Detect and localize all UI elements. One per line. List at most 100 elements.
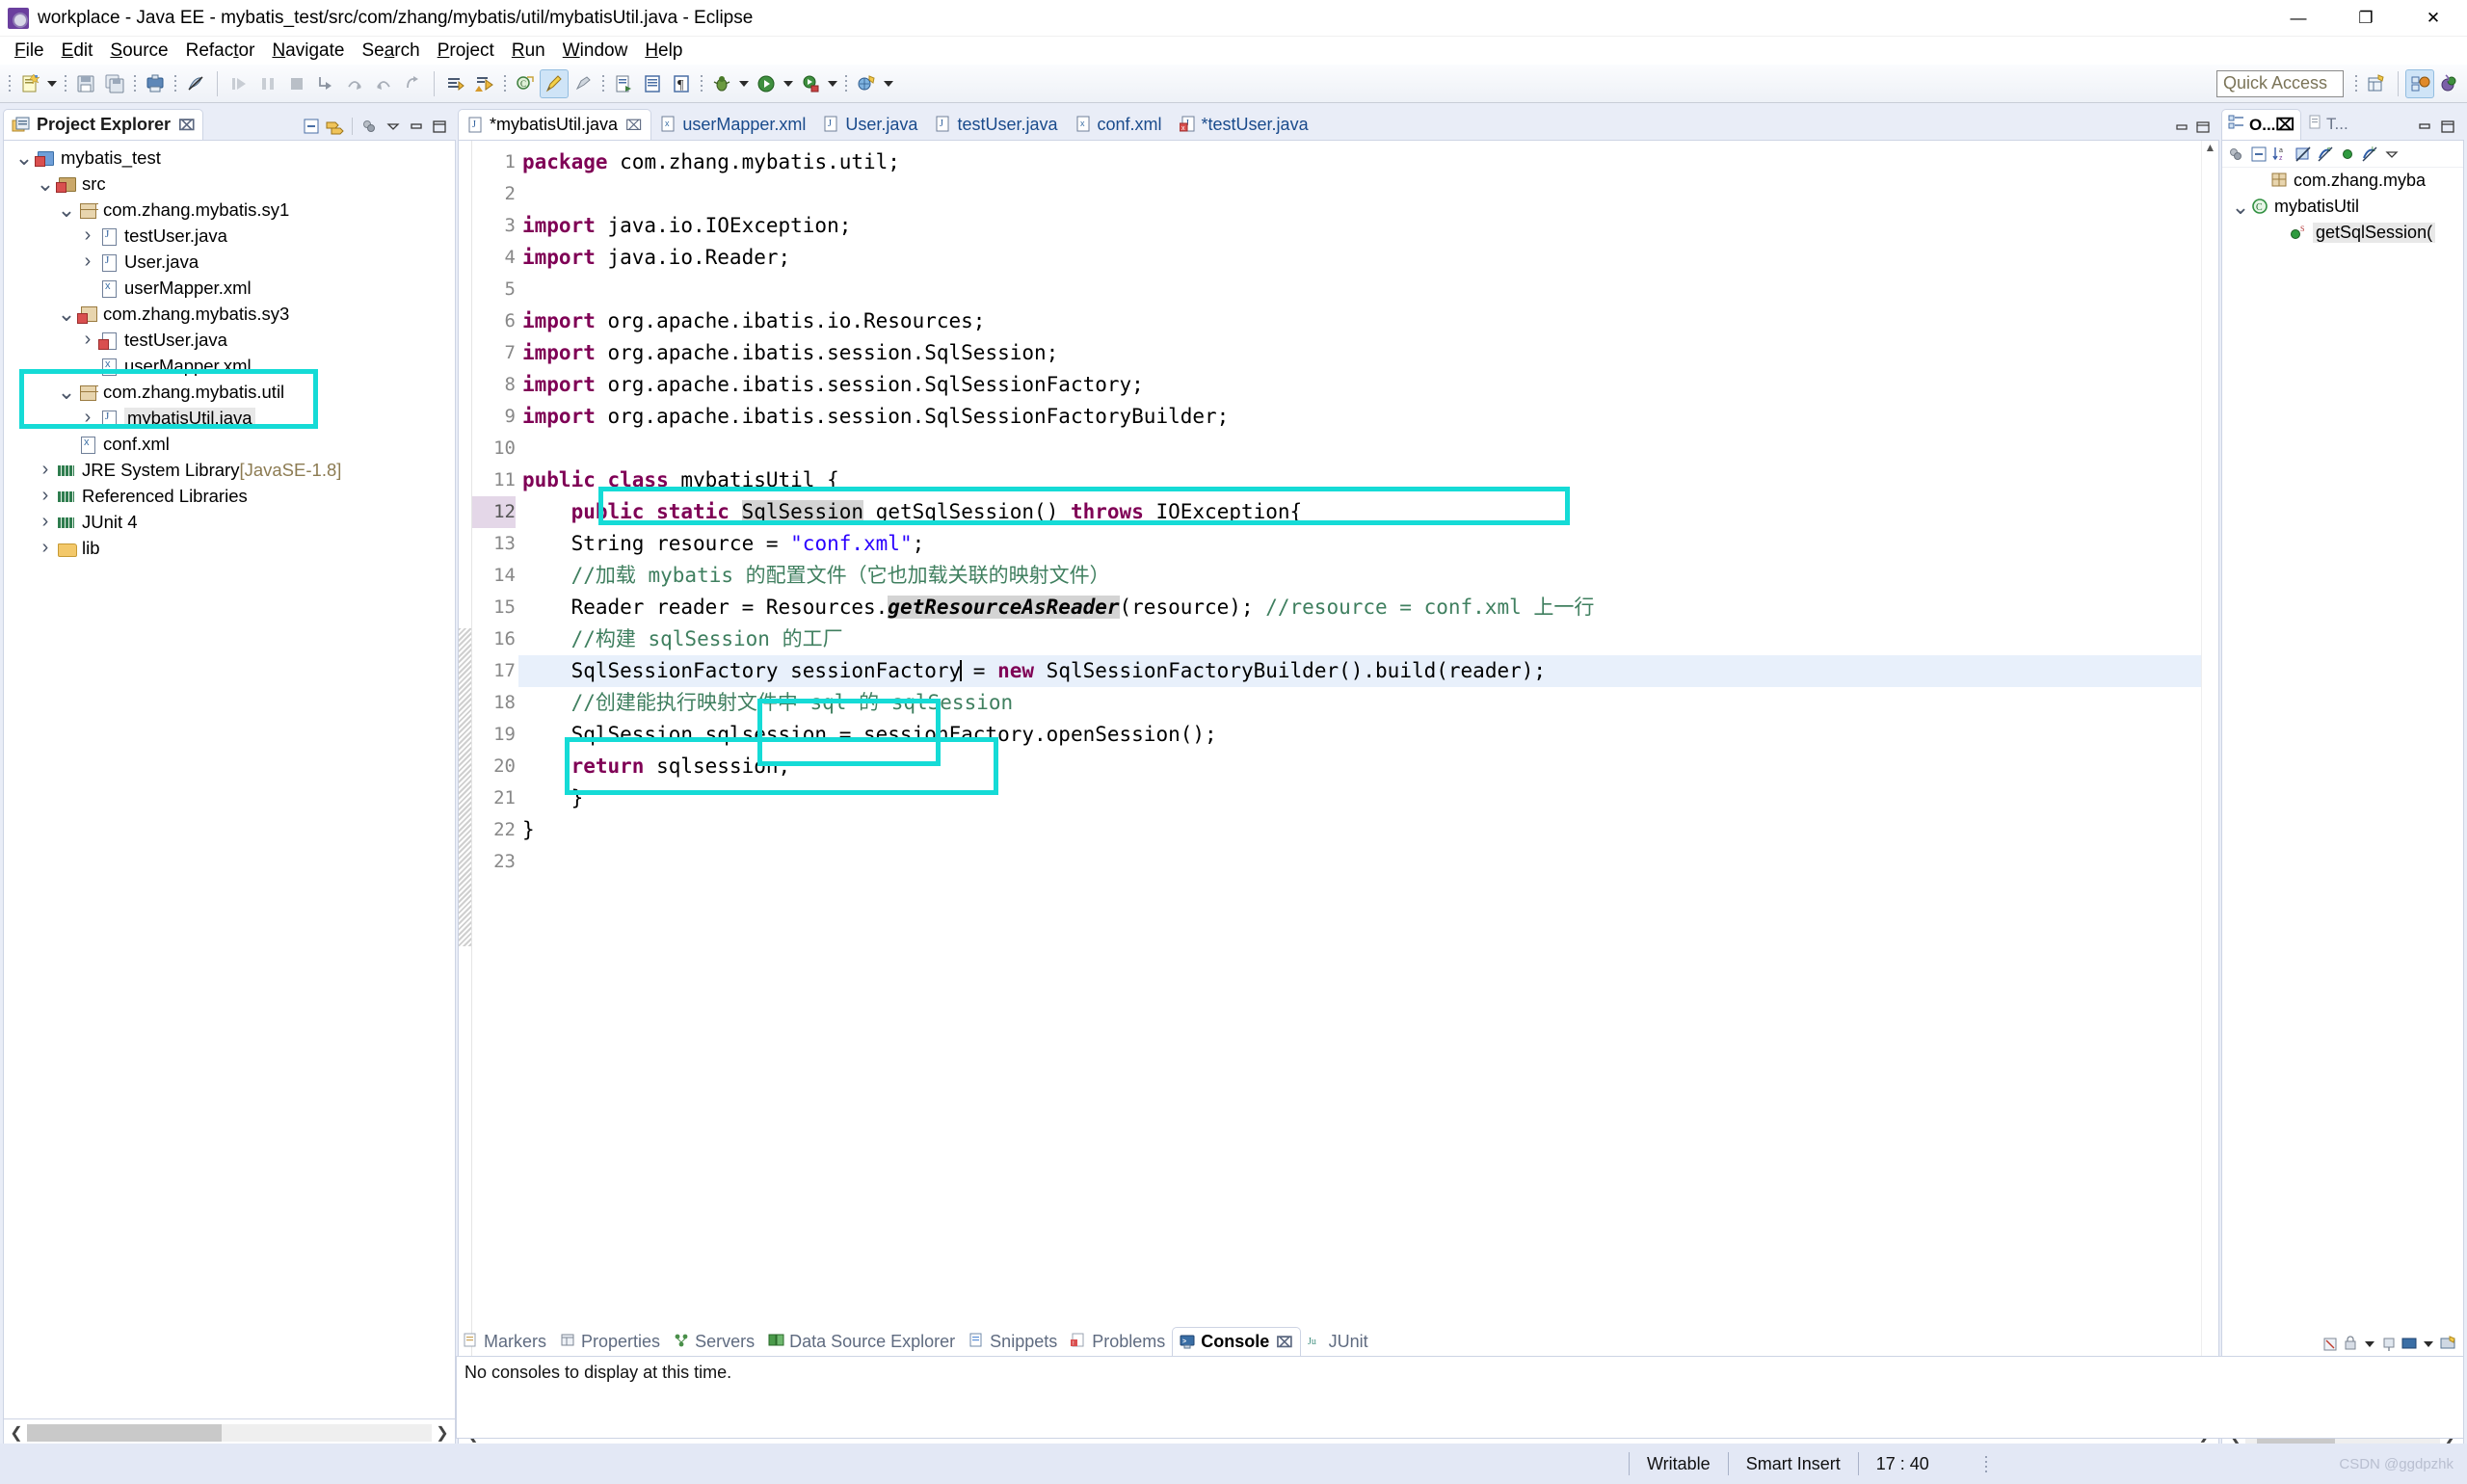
new-wizard-dropdown-icon[interactable] (44, 69, 60, 98)
view-menu-icon[interactable] (359, 116, 381, 137)
menu-search[interactable]: Search (353, 39, 428, 64)
sort-az-icon[interactable]: az (2270, 144, 2292, 165)
last-edit-location-icon[interactable] (441, 69, 470, 98)
bottom-tab-problems[interactable]: ! Problems (1064, 1327, 1172, 1356)
editor-tab--mybatisutil-java[interactable]: J *mybatisUtil.java ⌧ (458, 109, 652, 140)
collapse-all-icon[interactable] (2248, 144, 2269, 165)
step-over-icon[interactable] (340, 69, 369, 98)
tree-item-usermapper-xml[interactable]: userMapper.xml (4, 353, 455, 379)
show-whitespace-icon[interactable]: ¶ (667, 69, 696, 98)
code-line-8[interactable]: import org.apache.ibatis.session.SqlSess… (518, 369, 2201, 401)
outline-item-getsqlsession-[interactable]: SgetSqlSession( (2222, 220, 2463, 246)
tab-outline[interactable]: O... ⌧ (2221, 109, 2301, 140)
code-line-10[interactable] (518, 433, 2201, 464)
bottom-tab-console[interactable]: > Console ⌧ (1172, 1327, 1301, 1356)
tree-item-user-java[interactable]: › User.java (4, 249, 455, 275)
outline-item-com-zhang-myba[interactable]: com.zhang.myba (2222, 168, 2463, 194)
menu-help[interactable]: Help (636, 39, 691, 64)
tab-task-list[interactable]: T... (2301, 109, 2354, 140)
perspective-drag-handle[interactable] (2353, 71, 2359, 96)
run-icon[interactable] (752, 69, 781, 98)
tree-item-mybatisutil-java[interactable]: › mybatisUtil.java (4, 405, 455, 431)
new-java-project-icon[interactable] (852, 69, 881, 98)
print-icon[interactable] (141, 69, 170, 98)
chevron-down-icon[interactable]: ⌄ (56, 199, 77, 221)
code-line-13[interactable]: String resource = "conf.xml"; (518, 528, 2201, 560)
status-resize-handle[interactable] (1984, 1455, 1989, 1472)
close-icon[interactable]: ⌧ (1276, 1334, 1292, 1351)
code-line-20[interactable]: return sqlsession; (518, 751, 2201, 782)
code-line-19[interactable]: SqlSession sqlsession = sessionFactory.o… (518, 719, 2201, 751)
java-ee-perspective-icon[interactable] (2405, 68, 2434, 98)
chevron-right-icon[interactable]: › (35, 459, 56, 481)
open-console-icon[interactable] (2439, 1336, 2456, 1353)
editor-vscrollbar[interactable]: ▲ ▼ (2201, 141, 2218, 1420)
step-into-icon[interactable] (311, 69, 340, 98)
code-line-4[interactable]: import java.io.Reader; (518, 242, 2201, 274)
chevron-down-icon-2[interactable] (2421, 1336, 2436, 1353)
resume-icon[interactable] (225, 69, 253, 98)
chevron-down-icon[interactable]: ⌄ (2230, 196, 2251, 218)
menu-run[interactable]: Run (503, 39, 554, 64)
minimize-button[interactable]: — (2265, 0, 2332, 37)
java-editor[interactable]: 1 2 3 4 5 6 7 8 9 10 11 12 13 14 15 16 17 18 19 20 21 22 23 pa… (458, 140, 2219, 1421)
debug-dropdown-icon[interactable] (736, 69, 752, 98)
menu-refactor[interactable]: Refactor (177, 39, 264, 64)
code-line-17[interactable]: SqlSessionFactory sessionFactory = new S… (518, 655, 2201, 687)
code-line-7[interactable]: import org.apache.ibatis.session.SqlSess… (518, 337, 2201, 369)
maximize-button[interactable]: ❐ (2332, 0, 2400, 37)
tree-item-src[interactable]: ⌄ src (4, 171, 455, 197)
editor-tab-usermapper-xml[interactable]: x userMapper.xml (651, 109, 814, 140)
code-line-16[interactable]: //构建 sqlSession 的工厂 (518, 623, 2201, 655)
tree-item-com-zhang-mybatis-sy3[interactable]: ⌄ com.zhang.mybatis.sy3 (4, 301, 455, 327)
hide-fields-icon[interactable] (2293, 144, 2314, 165)
tab-project-explorer[interactable]: Project Explorer ⌧ (3, 109, 204, 140)
collapse-all-icon[interactable] (301, 116, 322, 137)
scroll-left-icon[interactable]: ❮ (6, 1423, 27, 1443)
menu-window[interactable]: Window (554, 39, 637, 64)
scroll-up-icon[interactable]: ▲ (2202, 141, 2218, 158)
chevron-right-icon[interactable]: › (77, 225, 98, 247)
code-line-23[interactable] (518, 846, 2201, 878)
toggle-block-selection-icon[interactable] (638, 69, 667, 98)
code-line-6[interactable]: import org.apache.ibatis.io.Resources; (518, 305, 2201, 337)
tree-item-conf-xml[interactable]: conf.xml (4, 431, 455, 457)
hide-static-icon[interactable]: s (2315, 144, 2336, 165)
view-menu-icon[interactable] (2381, 144, 2402, 165)
scroll-right-icon[interactable]: ❯ (432, 1423, 453, 1443)
minimize-icon[interactable] (2173, 119, 2190, 136)
sort-icon[interactable] (2226, 144, 2247, 165)
menu-source[interactable]: Source (101, 39, 176, 64)
menu-edit[interactable]: Edit (53, 39, 102, 64)
menu-navigate[interactable]: Navigate (263, 39, 353, 64)
editor-tab-conf-xml[interactable]: x conf.xml (1067, 109, 1171, 140)
code-line-22[interactable]: } (518, 814, 2201, 846)
tree-item-testuser-java[interactable]: › testUser.java (4, 327, 455, 353)
open-perspective-icon[interactable] (2362, 69, 2391, 98)
tree-item-lib[interactable]: › lib (4, 535, 455, 561)
java-perspective-icon[interactable] (2434, 69, 2463, 98)
code-line-18[interactable]: //创建能执行映射文件中 sql 的 sqlSession (518, 687, 2201, 719)
editor-tab-user-java[interactable]: J User.java (814, 109, 926, 140)
editor-annotation-ruler[interactable] (459, 141, 472, 1420)
maximize-icon[interactable] (2437, 116, 2458, 137)
chevron-right-icon[interactable]: › (35, 537, 56, 559)
save-icon[interactable] (71, 69, 100, 98)
outline-item-mybatisutil[interactable]: ⌄ CmybatisUtil (2222, 194, 2463, 220)
clear-console-icon[interactable] (2321, 1336, 2339, 1353)
terminate-icon[interactable] (282, 69, 311, 98)
tree-item-jre-system-library[interactable]: › JRE System Library [JavaSE-1.8] (4, 457, 455, 483)
tree-item-usermapper-xml[interactable]: userMapper.xml (4, 275, 455, 301)
code-line-21[interactable]: } (518, 782, 2201, 814)
explorer-scroll-track[interactable] (27, 1423, 432, 1442)
bottom-tab-properties[interactable]: Properties (553, 1327, 667, 1356)
search-icon[interactable] (540, 68, 569, 98)
project-tree[interactable]: ⌄ mybatis_test ⌄ src ⌄ com.zhang.mybatis.sy1 ›… (3, 140, 456, 1419)
code-line-9[interactable]: import org.apache.ibatis.session.SqlSess… (518, 401, 2201, 433)
code-line-11[interactable]: public class mybatisUtil { (518, 464, 2201, 496)
menu-file[interactable]: File (6, 39, 53, 64)
pin-console-icon[interactable] (2380, 1336, 2398, 1353)
code-line-12[interactable]: public static SqlSession getSqlSession()… (518, 496, 2201, 528)
chevron-down-icon[interactable]: ⌄ (35, 172, 56, 195)
close-icon[interactable]: ⌧ (625, 117, 642, 134)
